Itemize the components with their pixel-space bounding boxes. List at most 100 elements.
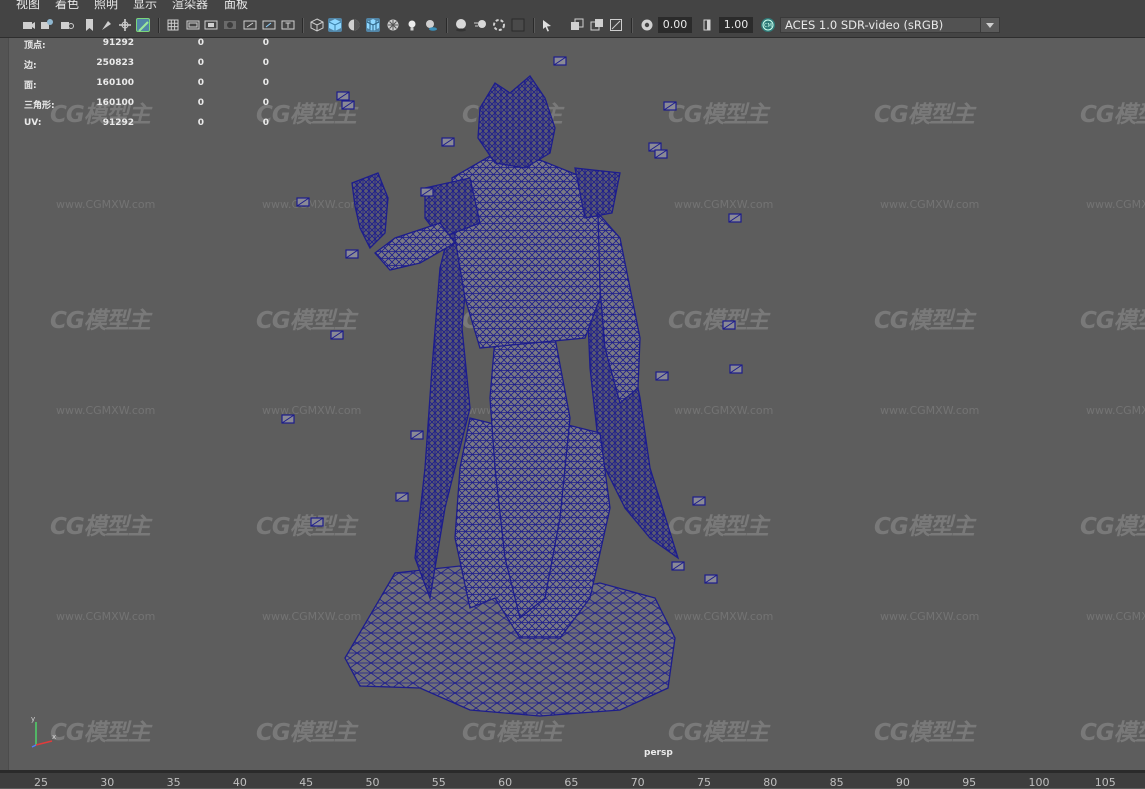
- textured-icon[interactable]: [386, 18, 400, 32]
- view-axis-gizmo-icon: y x: [31, 715, 56, 748]
- hud-row-label: 顶点:: [24, 41, 46, 51]
- use-all-lights-icon[interactable]: [405, 18, 419, 32]
- timeline-tick-label: 65: [564, 776, 579, 789]
- exposure-icon[interactable]: [640, 18, 654, 32]
- locator-box-icon[interactable]: [281, 414, 295, 424]
- timeline-tick-label: 100: [1028, 776, 1050, 789]
- grease-pencil-icon[interactable]: [136, 18, 150, 32]
- timeline-tick-label: 25: [34, 776, 48, 789]
- locator-box-icon[interactable]: [692, 496, 706, 506]
- model-fist[interactable]: [351, 172, 389, 250]
- hud-row-label: 三角形:: [24, 101, 55, 111]
- gate-mask-icon[interactable]: [223, 18, 237, 32]
- hud-selected-value: 0: [197, 38, 204, 48]
- gamma-field[interactable]: 1.00: [719, 17, 753, 33]
- locator-box-icon[interactable]: [722, 320, 736, 330]
- viewport-left-edge: [0, 38, 9, 770]
- image-plane-icon[interactable]: [82, 18, 96, 32]
- move-pan-icon[interactable]: [118, 18, 132, 32]
- smooth-shade-icon[interactable]: [328, 18, 342, 32]
- timeline-tick-label: 105: [1094, 776, 1116, 789]
- grid-icon[interactable]: [166, 18, 180, 32]
- chevron-down-icon[interactable]: [980, 18, 999, 32]
- isolate-select-icon[interactable]: [541, 18, 555, 32]
- menu-panels[interactable]: 面板: [224, 0, 248, 12]
- locator-box-icon[interactable]: [410, 430, 424, 440]
- menu-show[interactable]: 显示: [133, 0, 157, 12]
- panel-menu-bar: 视图 着色 照明 显示 渲染器 面板: [0, 0, 1145, 13]
- hud-total-value: 250823: [96, 58, 134, 68]
- anti-aliasing-icon[interactable]: [492, 18, 506, 32]
- color-management-icon[interactable]: CM: [761, 18, 775, 32]
- hud-row-label: UV:: [24, 118, 42, 128]
- safe-title-icon[interactable]: [281, 18, 295, 32]
- locator-box-icon[interactable]: [341, 100, 355, 110]
- screen-space-ao-icon[interactable]: [454, 18, 468, 32]
- hud-selected-value: 0: [262, 118, 269, 128]
- hud-selected-value: 0: [262, 38, 269, 48]
- xray-icon[interactable]: [570, 18, 584, 32]
- locator-box-icon[interactable]: [345, 249, 359, 259]
- film-gate-icon[interactable]: [186, 18, 200, 32]
- viewport-persp[interactable]: CG模型主CG模型主CG模型主CG模型主CG模型主CG模型主CG模型主CG模型主…: [0, 38, 1145, 770]
- camera-name-label: persp: [644, 748, 673, 758]
- locator-box-icon[interactable]: [296, 197, 310, 207]
- locator-box-icon[interactable]: [310, 517, 324, 527]
- locator-box-icon[interactable]: [330, 330, 344, 340]
- resolution-gate-icon[interactable]: [204, 18, 218, 32]
- menu-lighting[interactable]: 照明: [94, 0, 118, 12]
- menu-renderer[interactable]: 渲染器: [172, 0, 208, 12]
- svg-text:y: y: [31, 715, 35, 723]
- xray-joints-icon[interactable]: [590, 18, 604, 32]
- timeline-tick-label: 45: [299, 776, 314, 789]
- exposure-field[interactable]: 0.00: [658, 17, 692, 33]
- locator-box-icon[interactable]: [729, 364, 743, 374]
- timeline-tick-label: 35: [166, 776, 181, 789]
- hud-total-value: 91292: [102, 38, 134, 48]
- locator-box-icon[interactable]: [728, 213, 742, 223]
- locator-box-icon[interactable]: [420, 187, 434, 197]
- locator-box-icon[interactable]: [395, 492, 409, 502]
- select-camera-icon[interactable]: [22, 18, 36, 32]
- locator-box-icon[interactable]: [553, 56, 567, 66]
- locator-box-icon[interactable]: [663, 101, 677, 111]
- wireframe-icon[interactable]: [310, 18, 324, 32]
- depth-of-field-icon[interactable]: [511, 18, 525, 32]
- wireframe-model[interactable]: [0, 38, 1145, 770]
- default-material-icon[interactable]: [347, 18, 361, 32]
- locator-box-icon[interactable]: [655, 371, 669, 381]
- color-space-value: ACES 1.0 SDR-video (sRGB): [785, 18, 944, 32]
- timeline-tick-label: 75: [697, 776, 711, 789]
- shadows-icon[interactable]: [424, 18, 438, 32]
- time-slider[interactable]: 25 30 35 40 45 50 55 60 65 70 75 80 85 90 95 100 105: [0, 770, 1145, 789]
- camera-attributes-icon[interactable]: [40, 18, 54, 32]
- wireframe-on-shaded-icon[interactable]: [366, 18, 380, 32]
- field-chart-icon[interactable]: [243, 18, 257, 32]
- menu-shading[interactable]: 着色: [55, 0, 79, 12]
- 2d-pan-zoom-icon[interactable]: [100, 18, 114, 32]
- timeline-tick-label: 80: [763, 776, 778, 789]
- locator-box-icon[interactable]: [654, 149, 668, 159]
- timeline-tick-label: 40: [232, 776, 247, 789]
- xray-components-icon[interactable]: [609, 18, 623, 32]
- toolbar-separator: [446, 18, 448, 33]
- hud-selected-value: 0: [262, 98, 269, 108]
- timeline-tick-label: 85: [829, 776, 844, 789]
- color-space-dropdown[interactable]: ACES 1.0 SDR-video (sRGB): [780, 17, 1000, 33]
- locator-box-icon[interactable]: [671, 561, 685, 571]
- hud-selected-value: 0: [262, 58, 269, 68]
- hud-selected-value: 0: [197, 118, 204, 128]
- timeline-tick-label: 55: [431, 776, 446, 789]
- model-head[interactable]: [477, 75, 556, 169]
- locator-box-icon[interactable]: [336, 91, 350, 101]
- svg-text:x: x: [52, 733, 56, 741]
- timeline-tick-label: 90: [895, 776, 910, 789]
- bookmark-icon[interactable]: [60, 18, 74, 32]
- safe-action-icon[interactable]: [262, 18, 276, 32]
- gamma-icon[interactable]: [701, 18, 715, 32]
- hud-row-label: 面:: [24, 81, 37, 91]
- locator-box-icon[interactable]: [704, 574, 718, 584]
- locator-box-icon[interactable]: [441, 137, 455, 147]
- motion-blur-icon[interactable]: [473, 18, 487, 32]
- menu-view[interactable]: 视图: [16, 0, 40, 12]
